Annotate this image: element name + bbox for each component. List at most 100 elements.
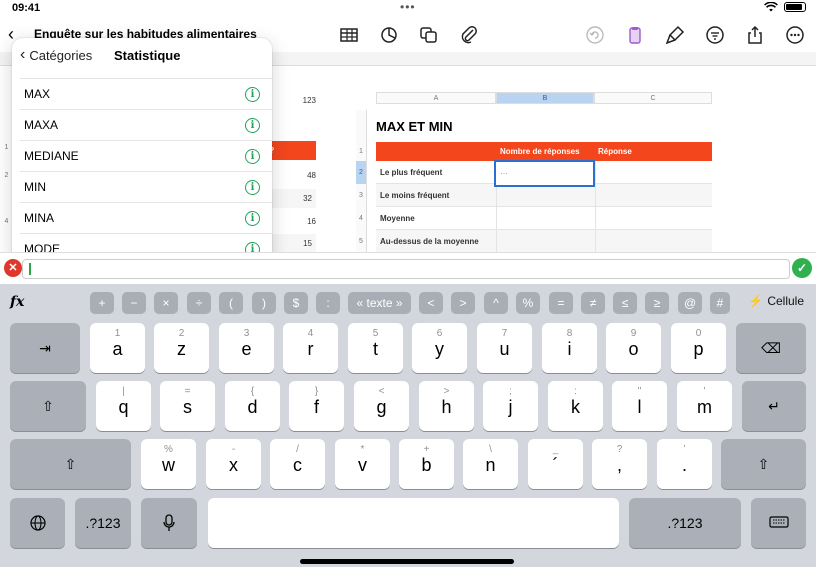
numbers-key-right[interactable]: .?123 (629, 498, 741, 548)
column-header-b[interactable]: B (496, 92, 594, 104)
op-key[interactable]: # (710, 292, 730, 314)
table-row[interactable]: Moyenne (376, 207, 712, 230)
paste-icon[interactable] (624, 24, 646, 46)
key-c[interactable]: / c (270, 439, 325, 489)
op-key[interactable]: ^ (484, 292, 508, 314)
table-icon[interactable] (338, 24, 360, 46)
function-item-maxa[interactable]: MAXA i (20, 109, 272, 140)
table-row[interactable]: Au-dessus de la moyenne (376, 230, 712, 253)
key-s[interactable]: = s (160, 381, 215, 431)
column-header-a[interactable]: A (376, 92, 496, 104)
format-brush-icon[interactable] (664, 24, 686, 46)
key-y[interactable]: 6y (412, 323, 467, 373)
table-title[interactable]: MAX ET MIN (376, 119, 453, 134)
formula-input[interactable] (22, 259, 790, 279)
op-key[interactable]: × (154, 292, 178, 314)
op-key[interactable]: : (316, 292, 340, 314)
function-item-mina[interactable]: MINA i (20, 202, 272, 233)
share-icon[interactable] (744, 24, 766, 46)
shift-right-key[interactable]: ⇧ (721, 439, 806, 489)
key-d[interactable]: {d (225, 381, 280, 431)
op-key[interactable]: + (90, 292, 114, 314)
key-f[interactable]: } f (289, 381, 344, 431)
function-item-mediane[interactable]: MEDIANE i (20, 140, 272, 171)
key-g[interactable]: < g (354, 381, 409, 431)
op-key[interactable]: % (516, 292, 540, 314)
op-key[interactable]: ( (219, 292, 243, 314)
key-t[interactable]: 5t (348, 323, 403, 373)
key-x[interactable]: -x (206, 439, 261, 489)
info-icon[interactable]: i (245, 211, 260, 226)
undo-icon[interactable] (584, 24, 606, 46)
key-l[interactable]: " l (612, 381, 667, 431)
key-n[interactable]: \ n (463, 439, 518, 489)
header-cell[interactable] (376, 142, 496, 161)
row-header[interactable]: 1 (356, 142, 367, 161)
key-k[interactable]: :k (548, 381, 603, 431)
key-period[interactable]: ’. (657, 439, 712, 489)
key-z[interactable]: 2z (154, 323, 209, 373)
key-u[interactable]: 7u (477, 323, 532, 373)
op-key[interactable]: < (419, 292, 443, 314)
more-icon[interactable] (784, 24, 806, 46)
key-p[interactable]: 0p (671, 323, 726, 373)
key-q[interactable]: | q (96, 381, 151, 431)
op-key[interactable]: = (549, 292, 573, 314)
op-key[interactable]: ≥ (645, 292, 669, 314)
info-icon[interactable]: i (245, 87, 260, 102)
op-key[interactable]: − (122, 292, 146, 314)
selected-cell-b2[interactable]: … (494, 160, 595, 187)
cancel-formula-button[interactable]: ✕ (4, 259, 22, 277)
row-header[interactable]: 2 (356, 161, 367, 184)
space-key[interactable] (208, 498, 619, 548)
op-key[interactable]: $ (284, 292, 308, 314)
key-i[interactable]: 8i (542, 323, 597, 373)
op-key[interactable]: > (451, 292, 475, 314)
info-icon[interactable]: i (245, 180, 260, 195)
row-header[interactable]: 5 (356, 230, 367, 252)
row-header[interactable]: 4 (356, 207, 367, 230)
op-key[interactable]: ≠ (581, 292, 605, 314)
key-m[interactable]: ' m (677, 381, 732, 431)
key-o[interactable]: 9o (606, 323, 661, 373)
key-j[interactable]: ; j (483, 381, 538, 431)
home-indicator[interactable] (300, 559, 514, 564)
fx-button[interactable]: fx (10, 294, 24, 310)
info-icon[interactable]: i (245, 149, 260, 164)
hide-keyboard-key[interactable] (751, 498, 806, 548)
numbers-key-left[interactable]: .?123 (75, 498, 131, 548)
function-item-max[interactable]: MAX i (20, 78, 272, 109)
categories-back-button[interactable]: ‹ Catégories (20, 46, 92, 64)
attachment-icon[interactable] (458, 24, 480, 46)
cellule-button[interactable]: ⚡ Cellule (748, 294, 804, 308)
tab-key[interactable]: ⇥ (10, 323, 80, 373)
shift-left-key-2[interactable]: ⇧ (10, 439, 131, 489)
key-a[interactable]: 1a (90, 323, 145, 373)
op-key[interactable]: ≤ (613, 292, 637, 314)
info-icon[interactable]: i (245, 118, 260, 133)
key-comma[interactable]: ?, (592, 439, 647, 489)
row-header[interactable] (356, 110, 367, 142)
return-key[interactable]: ↵ (742, 381, 806, 431)
chart-icon[interactable] (378, 24, 400, 46)
key-accent[interactable]: _ ´ (528, 439, 583, 489)
shift-left-key[interactable]: ⇧ (10, 381, 86, 431)
column-header-c[interactable]: C (594, 92, 712, 104)
table-row[interactable]: Le moins fréquent (376, 184, 712, 207)
key-w[interactable]: % w (141, 439, 196, 489)
key-r[interactable]: 4r (283, 323, 338, 373)
header-cell[interactable]: Nombre de réponses (496, 142, 594, 161)
globe-key[interactable] (10, 498, 65, 548)
header-cell[interactable]: Réponse (594, 142, 712, 161)
op-key-text[interactable]: « texte » (348, 292, 411, 314)
key-e[interactable]: 3e (219, 323, 274, 373)
op-key[interactable]: ) (252, 292, 276, 314)
op-key[interactable]: @ (678, 292, 703, 314)
multitask-dots[interactable]: ••• (400, 0, 416, 14)
backspace-key[interactable]: ⌫ (736, 323, 806, 373)
function-item-min[interactable]: MIN i (20, 171, 272, 202)
dictation-key[interactable] (141, 498, 197, 548)
key-b[interactable]: + b (399, 439, 454, 489)
accept-formula-button[interactable]: ✓ (792, 258, 812, 278)
op-key[interactable]: ÷ (187, 292, 211, 314)
